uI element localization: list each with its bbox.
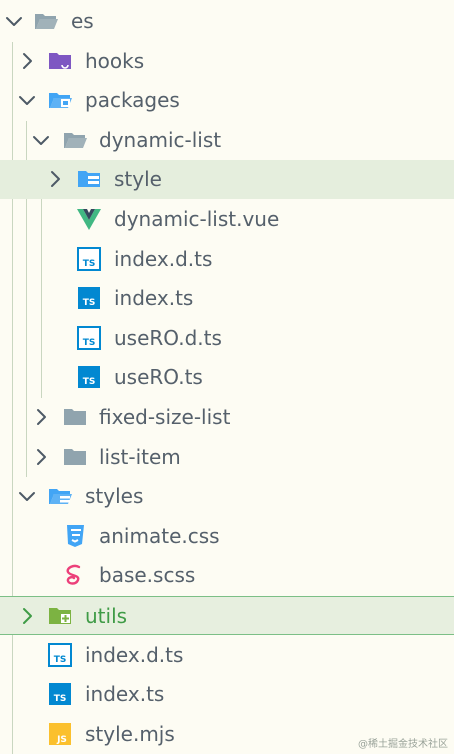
tree-item-label: dynamic-list.vue bbox=[114, 207, 280, 231]
chevron-down-icon[interactable] bbox=[17, 90, 37, 110]
ts-file-icon: TS bbox=[47, 682, 73, 706]
svg-text:TS: TS bbox=[54, 694, 67, 704]
folder-row-fixed-size-list[interactable]: fixed-size-list bbox=[0, 398, 454, 437]
folder-style-icon bbox=[76, 167, 102, 191]
chevron-right-icon[interactable] bbox=[17, 606, 37, 626]
folder-open-icon bbox=[33, 9, 59, 33]
ts-declaration-icon: TS bbox=[76, 246, 102, 271]
tree-item-label: styles bbox=[85, 484, 144, 509]
ts-declaration-icon: TS bbox=[47, 642, 73, 667]
tree-item-label: useRO.ts bbox=[114, 365, 203, 390]
tree-item-label: style bbox=[114, 167, 162, 192]
tree-item-label: useRO.d.ts bbox=[114, 325, 222, 350]
tree-item-label: hooks bbox=[85, 48, 145, 73]
tree-item-label: index.ts bbox=[114, 286, 194, 311]
tree-item-label: dynamic-list bbox=[99, 127, 222, 152]
file-row-index-ts[interactable]: TS index.ts bbox=[0, 279, 454, 318]
ts-declaration-icon: TS bbox=[76, 325, 102, 350]
folder-icon bbox=[62, 405, 88, 429]
chevron-right-icon[interactable] bbox=[45, 169, 65, 189]
folder-row-dynamic-list[interactable]: dynamic-list bbox=[0, 121, 454, 160]
file-row-dynamic-list-vue[interactable]: dynamic-list.vue bbox=[0, 200, 454, 239]
tree-item-label: animate.css bbox=[99, 523, 220, 548]
chevron-down-icon[interactable] bbox=[4, 11, 24, 31]
tree-item-label: base.scss bbox=[99, 563, 196, 588]
file-row-usero-ts[interactable]: TS useRO.ts bbox=[0, 358, 454, 397]
file-row-usero-d-ts[interactable]: TS useRO.d.ts bbox=[0, 319, 454, 358]
folder-row-es[interactable]: es bbox=[0, 2, 454, 41]
folder-packages-icon bbox=[47, 88, 73, 112]
chevron-right-icon[interactable] bbox=[31, 407, 51, 427]
folder-row-list-item[interactable]: list-item bbox=[0, 438, 454, 477]
svg-text:TS: TS bbox=[83, 338, 96, 348]
file-row-index-ts[interactable]: TS index.ts bbox=[0, 675, 454, 714]
chevron-right-icon[interactable] bbox=[17, 51, 37, 71]
tree-item-label: index.ts bbox=[85, 682, 165, 707]
chevron-right-icon[interactable] bbox=[31, 447, 51, 467]
folder-icon bbox=[62, 445, 88, 469]
svg-text:TS: TS bbox=[54, 655, 67, 665]
watermark: @稀土掘金技术社区 bbox=[358, 739, 448, 750]
tree-item-label: utils bbox=[85, 604, 128, 628]
folder-purple-icon bbox=[47, 49, 73, 73]
file-row-index-d-ts[interactable]: TS index.d.ts bbox=[0, 636, 454, 675]
tree-item-label: packages bbox=[85, 88, 180, 113]
ts-file-icon: TS bbox=[76, 365, 102, 389]
svg-text:TS: TS bbox=[83, 298, 96, 308]
tree-item-label: index.d.ts bbox=[85, 642, 184, 667]
tree-item-label: style.mjs bbox=[85, 721, 175, 746]
tree-item-label: es bbox=[71, 9, 94, 33]
sass-file-icon bbox=[62, 563, 88, 587]
chevron-down-icon[interactable] bbox=[17, 486, 37, 506]
file-row-base-scss[interactable]: base.scss bbox=[0, 556, 454, 595]
file-row-animate-css[interactable]: animate.css bbox=[0, 517, 454, 556]
ts-file-icon: TS bbox=[76, 286, 102, 310]
file-explorer-tree: es hooks packages dynamic-list style dynamic-… bbox=[0, 0, 454, 754]
folder-utils-icon bbox=[47, 604, 73, 628]
svg-text:TS: TS bbox=[83, 377, 96, 387]
chevron-down-icon[interactable] bbox=[31, 130, 51, 150]
folder-open-icon bbox=[62, 128, 88, 152]
vue-file-icon bbox=[76, 207, 102, 231]
svg-text:TS: TS bbox=[83, 259, 96, 269]
file-row-index-d-ts[interactable]: TS index.d.ts bbox=[0, 240, 454, 279]
tree-item-label: fixed-size-list bbox=[99, 405, 231, 429]
tree-item-label: index.d.ts bbox=[114, 246, 213, 271]
js-file-icon: JS bbox=[47, 722, 73, 746]
folder-row-styles[interactable]: styles bbox=[0, 477, 454, 516]
css-file-icon bbox=[62, 524, 88, 548]
folder-styles-icon bbox=[47, 484, 73, 508]
tree-item-label: list-item bbox=[99, 444, 181, 469]
folder-row-utils[interactable]: utils bbox=[0, 596, 454, 635]
svg-text:JS: JS bbox=[56, 735, 67, 745]
folder-row-hooks[interactable]: hooks bbox=[0, 42, 454, 81]
folder-row-style[interactable]: style bbox=[0, 160, 454, 200]
folder-row-packages[interactable]: packages bbox=[0, 81, 454, 120]
